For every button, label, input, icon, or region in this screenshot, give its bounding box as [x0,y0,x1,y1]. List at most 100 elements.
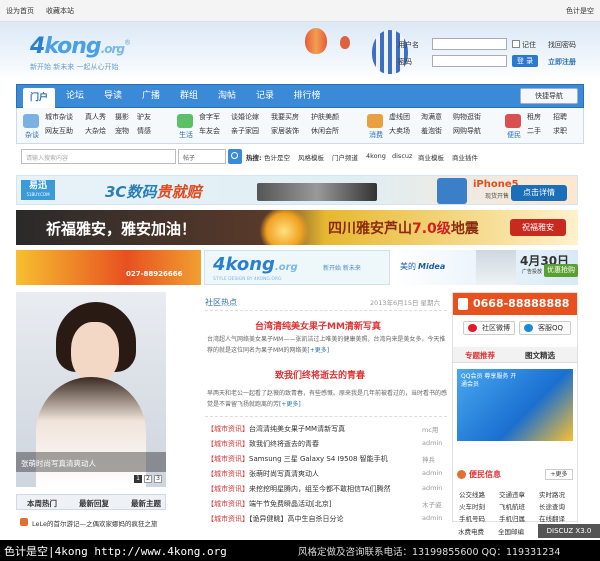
subnav-link[interactable]: 食字军 [199,112,220,122]
subnav-link[interactable]: 大卖场 [389,126,410,136]
subnav-link[interactable]: 二手 [527,126,541,136]
news-item[interactable]: 【城市资讯】致我们终将逝去的青春 admin [207,439,442,449]
service-link[interactable]: 交通违章 [499,489,525,499]
tab-latest-reply[interactable]: 最新回复 [79,498,109,509]
search-type-select[interactable]: 帖子 [178,149,226,164]
subnav-link[interactable]: 驴友 [137,112,151,122]
ad-shopping[interactable]: 027-88926666 [16,250,201,285]
service-link[interactable]: 实时路况 [539,489,565,499]
site-logo[interactable]: 4kong.org® [30,34,131,59]
slider-page-1[interactable]: 1 [134,475,142,483]
subnav-link[interactable]: 摄影 [115,112,129,122]
subnav-link[interactable]: 亲子家园 [231,126,259,136]
service-link[interactable]: 火车时刻 [459,501,485,511]
news-item[interactable]: 【城市资讯】端午节免费瞬晶活动[北京] 木子姿 [207,499,442,509]
service-link[interactable]: 在线翻译 [539,513,565,523]
service-link[interactable]: 手机号码 [459,513,485,523]
qq-member-promo[interactable]: QQ会员 尊享服务 开通会员 [457,369,573,441]
tab-latest-topic[interactable]: 最新主题 [131,498,161,509]
favorite-link[interactable]: 收藏本站 [46,6,74,16]
password-input[interactable] [432,55,507,67]
news-item[interactable]: 【城市资讯】【诡异健眺】高中生自杀日分论 admin [207,514,442,524]
subnav-link[interactable]: 车友会 [199,126,220,136]
ad-banner-yaan[interactable]: 祈福雅安，雅安加油！ 四川雅安芦山7.0级地震 祝福雅安 [16,210,578,245]
hot-list-item[interactable]: LeLe的首尔游记—之偶欢家娜妈的疯狂之旅 [32,518,172,528]
service-link[interactable]: 手机归属 [499,513,525,523]
news-item[interactable]: 【城市资讯】张萌时尚写真清爽动人 admin [207,469,442,479]
photo-slider[interactable]: 张萌时尚写真清爽动人 1 2 3 [16,292,166,492]
subnav-link[interactable]: 真人秀 [85,112,106,122]
nav-item-forum[interactable]: 论坛 [59,85,91,108]
set-home-link[interactable]: 设为首页 [6,6,34,16]
bless-yaan-button[interactable]: 祝福雅安 [510,219,566,236]
nav-item-group[interactable]: 群组 [173,85,205,108]
subnav-link[interactable]: 宠物 [115,126,129,136]
subnav-link[interactable]: 谈婚论嫁 [231,112,259,122]
find-password-link[interactable]: 找回密码 [548,40,576,50]
qq-button[interactable]: 客服QQ [519,321,571,335]
subnav-link[interactable]: 护肤美颜 [311,112,339,122]
login-button[interactable]: 登 录 [512,55,538,67]
subnav-link[interactable]: 招聘 [553,112,567,122]
register-link[interactable]: 立即注册 [548,57,576,67]
subnav-link[interactable]: 我要买房 [271,112,299,122]
subnav-link[interactable]: 家居装饰 [271,126,299,136]
service-link[interactable]: 公交线路 [459,489,485,499]
nav-item-guide[interactable]: 导读 [97,85,129,108]
headline-1-more-link[interactable]: [+更多] [307,347,329,354]
hot-search-link[interactable]: 风格模板 [298,152,324,162]
service-more-button[interactable]: +更多 [545,469,573,480]
ad-detail-button[interactable]: 点击详情 [511,185,567,201]
service-link[interactable]: 全国邮编 [498,526,524,536]
hot-search-link[interactable]: 商业模板 [418,152,444,162]
brand-logo-sub: 51BUY.COM [26,192,50,197]
search-input[interactable]: 请输入搜索内容 [21,149,176,164]
subnav-link[interactable]: 休闲会所 [311,126,339,136]
tab-weekly-hot[interactable]: 本周热门 [27,498,57,509]
headline-1[interactable]: 台湾清纯美女果子MM清新写真 [255,319,381,332]
search-button[interactable] [228,149,242,164]
subnav-link[interactable]: 求职 [553,126,567,136]
weibo-button[interactable]: 社区微博 [463,321,515,335]
hot-search-link[interactable]: 色计是空 [264,152,290,162]
site-name-link[interactable]: 色计是空 [566,6,594,16]
slider-page-2[interactable]: 2 [144,475,152,483]
subnav-link[interactable]: 网友互助 [45,126,73,136]
headline-2-more-link[interactable]: [+更多] [279,401,301,408]
service-link[interactable]: 长途查询 [539,501,565,511]
subnav-link[interactable]: 淘满意 [421,112,442,122]
headline-2[interactable]: 致我们终将逝去的青春 [275,368,365,381]
nav-item-broadcast[interactable]: 广播 [135,85,167,108]
hot-search-link[interactable]: 商业插件 [452,152,478,162]
subnav-link[interactable]: 购物逛街 [453,112,481,122]
subnav-link[interactable]: 虚线团 [389,112,410,122]
subnav-link[interactable]: 城市杂谈 [45,112,73,122]
subnav-link[interactable]: 租房 [527,112,541,122]
ad-4kong[interactable]: 4kong.org STYLE DESIGN BY 4KONG.ORG 新开始 … [204,250,390,285]
nav-item-record[interactable]: 记录 [249,85,281,108]
subnav-link[interactable]: 羞泡街 [421,126,442,136]
news-item[interactable]: 【城市资讯】台湾清纯美女果子MM清新写真 mc用 [207,424,438,434]
news-item[interactable]: 【城市资讯】Samsung 三星 Galaxy S4 I9508 智能手机 神兵 [207,454,435,464]
nav-item-collection[interactable]: 淘帖 [211,85,243,108]
midea-cta-button[interactable]: 优惠抢购 [544,264,578,277]
ad-banner-digital[interactable]: 易迅 51BUY.COM 3C数码贵就赔 iPhone5 现货开售 点击详情 [16,175,578,205]
news-item[interactable]: 【城市资讯】来挖挖明星腾内，组至今都不敢相信TA们腾然 admin [207,484,442,494]
service-link[interactable]: 水费电费 [458,526,484,536]
ad-midea[interactable]: 美的 Midea 4月30日 广告投放 优惠抢购 [394,250,578,285]
slider-page-3[interactable]: 3 [154,475,162,483]
service-link[interactable]: 飞机航班 [499,501,525,511]
tab-special[interactable]: 专题推荐 [465,350,495,361]
hot-search-link[interactable]: 门户频道 [332,152,358,162]
subnav-link[interactable]: 情感 [137,126,151,136]
nav-item-ranking[interactable]: 排行榜 [287,85,327,108]
tab-gallery[interactable]: 图文精选 [525,350,555,361]
hot-search-link[interactable]: discuz [392,152,412,160]
quick-nav-button[interactable]: 快捷导航 [520,88,578,104]
remember-checkbox[interactable] [512,40,520,48]
hot-search-link[interactable]: 4kong [366,152,386,160]
subnav-link[interactable]: 大杂烩 [85,126,106,136]
username-input[interactable] [432,38,507,50]
nav-item-portal[interactable]: 门户 [23,88,55,108]
subnav-link[interactable]: 网购导航 [453,126,481,136]
